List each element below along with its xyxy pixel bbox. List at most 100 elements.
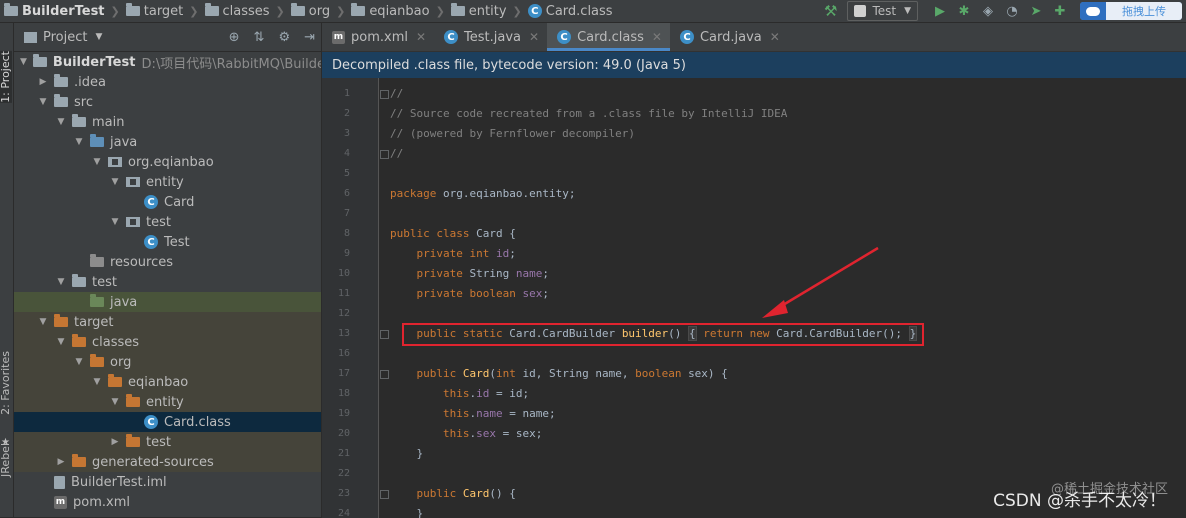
expand-down-icon[interactable]: ▼ xyxy=(56,337,66,347)
tab-icon-wrap: m xyxy=(332,30,345,44)
tree-node[interactable]: m pom.xml xyxy=(14,492,321,512)
profiler-icon[interactable]: ◔ xyxy=(1003,2,1021,20)
breadcrumb-label: org xyxy=(308,3,331,19)
locate-icon[interactable]: ⊕ xyxy=(229,30,240,45)
editor-tab[interactable]: m pom.xml ✕ xyxy=(322,23,434,51)
tree-node[interactable]: ▼ BuilderTest D:\项目代码\RabbitMQ\BuilderTest xyxy=(14,52,321,72)
chevron-right-icon: ❯ xyxy=(512,4,522,18)
run-icon[interactable]: ▶ xyxy=(931,2,949,20)
left-tool-strip: 1: Project 2: Favorites ★ JRebel xyxy=(0,23,14,517)
expand-down-icon[interactable]: ▼ xyxy=(92,377,102,387)
hide-icon[interactable]: ⇥ xyxy=(304,30,315,45)
expand-down-icon[interactable]: ▼ xyxy=(92,157,102,167)
coverage-icon[interactable]: ◈ xyxy=(979,2,997,20)
tree-node[interactable]: C Test xyxy=(14,232,321,252)
tree-node-icon-wrap: C xyxy=(144,235,158,249)
editor-tab[interactable]: C Card.class ✕ xyxy=(547,23,670,51)
tree-node[interactable]: java xyxy=(14,292,321,312)
tree-node[interactable]: ▶ .idea xyxy=(14,72,321,92)
tree-node[interactable]: ▼ eqianbao xyxy=(14,372,321,392)
breadcrumb-item[interactable]: eqianbao ❯ xyxy=(347,0,446,22)
breadcrumb-item[interactable]: BuilderTest ❯ xyxy=(0,0,122,22)
expand-right-icon[interactable]: ▶ xyxy=(110,437,120,447)
expand-down-icon[interactable]: ▼ xyxy=(110,177,120,187)
folder-icon xyxy=(72,454,86,467)
close-icon[interactable]: ✕ xyxy=(529,30,539,44)
build-hammer-icon[interactable]: ⚒ xyxy=(824,2,837,20)
tree-node[interactable]: ▼ java xyxy=(14,132,321,152)
expand-down-icon[interactable]: ▼ xyxy=(56,277,66,287)
tree-node-icon-wrap: C xyxy=(144,415,158,429)
breadcrumb-item[interactable]: org ❯ xyxy=(287,0,348,22)
tree-node[interactable]: ▼ org.eqianbao xyxy=(14,152,321,172)
jrebel-debug-icon[interactable]: ✚ xyxy=(1051,2,1069,20)
tree-node[interactable]: ▼ target xyxy=(14,312,321,332)
maven-file-icon: m xyxy=(54,495,67,509)
upload-button[interactable]: 拖拽上传 xyxy=(1080,2,1182,20)
file-icon xyxy=(54,475,65,489)
fold-marker-icon[interactable] xyxy=(380,330,389,339)
code-area[interactable]: 1 2 3 4 5 6 7 8 9 10 11 12 13 16 17 18 19 20 21 22 23 24 ////… xyxy=(322,78,1186,518)
tree-node[interactable]: ▼ src xyxy=(14,92,321,112)
expand-down-icon[interactable]: ▼ xyxy=(38,97,48,107)
tree-node[interactable]: BuilderTest.iml xyxy=(14,472,321,492)
tree-node[interactable]: ▼ test xyxy=(14,212,321,232)
folder-icon xyxy=(90,294,104,307)
annotation-arrow-line xyxy=(777,246,879,310)
breadcrumb-item[interactable]: classes ❯ xyxy=(201,0,287,22)
expand-down-icon[interactable]: ▼ xyxy=(110,397,120,407)
project-view-selector[interactable]: Project xyxy=(43,30,87,45)
gear-icon[interactable]: ⚙ xyxy=(278,30,290,45)
tree-node[interactable]: ▼ entity xyxy=(14,172,321,192)
favorites-tool-tab[interactable]: 2: Favorites xyxy=(0,351,12,415)
fold-marker-icon[interactable] xyxy=(380,370,389,379)
tree-node[interactable]: ▼ test xyxy=(14,272,321,292)
tree-node[interactable]: ▼ main xyxy=(14,112,321,132)
fold-marker-icon[interactable] xyxy=(380,150,389,159)
jrebel-tool-tab[interactable]: JRebel xyxy=(0,443,12,477)
fold-marker-icon[interactable] xyxy=(380,490,389,499)
tree-node[interactable]: C Card xyxy=(14,192,321,212)
close-icon[interactable]: ✕ xyxy=(770,30,780,44)
expand-down-icon[interactable]: ▼ xyxy=(20,57,27,67)
folder-icon xyxy=(72,114,86,127)
editor-tab[interactable]: C Card.java ✕ xyxy=(670,23,788,51)
tree-node[interactable]: ▼ org xyxy=(14,352,321,372)
expand-right-icon[interactable]: ▶ xyxy=(56,457,66,467)
expand-down-icon[interactable]: ▼ xyxy=(74,357,84,367)
breadcrumb-item[interactable]: target ❯ xyxy=(122,0,201,22)
folder-icon xyxy=(290,3,305,16)
run-configuration-selector[interactable]: Test ▼ xyxy=(847,1,918,21)
jrebel-run-icon[interactable]: ➤ xyxy=(1027,2,1045,20)
expand-down-icon[interactable]: ▼ xyxy=(110,217,120,227)
tree-node[interactable]: ▶ generated-sources xyxy=(14,452,321,472)
tree-node-icon-wrap xyxy=(54,314,68,327)
close-icon[interactable]: ✕ xyxy=(652,30,662,44)
editor-tab[interactable]: C Test.java ✕ xyxy=(434,23,547,51)
collapse-all-icon[interactable]: ⇅ xyxy=(254,30,265,45)
expand-down-icon[interactable]: ▼ xyxy=(74,137,84,147)
tree-node-label: resources xyxy=(110,254,174,270)
tab-label: Card.java xyxy=(699,29,762,45)
breadcrumb-item[interactable]: entity ❯ xyxy=(447,0,524,22)
debug-icon[interactable]: ✱ xyxy=(955,2,973,20)
expand-right-icon[interactable]: ▶ xyxy=(38,77,48,87)
tree-node[interactable]: C Card.class xyxy=(14,412,321,432)
fold-marker-icon[interactable] xyxy=(380,90,389,99)
project-tool-tab[interactable]: 1: Project xyxy=(0,51,12,103)
tree-node-label: .idea xyxy=(74,74,106,90)
package-icon xyxy=(126,217,140,227)
tree-node[interactable]: ▼ entity xyxy=(14,392,321,412)
maven-file-icon: m xyxy=(332,30,345,44)
chevron-down-icon[interactable]: ▼ xyxy=(95,32,102,42)
tree-node[interactable]: resources xyxy=(14,252,321,272)
close-icon[interactable]: ✕ xyxy=(416,30,426,44)
tree-node-label: java xyxy=(110,134,138,150)
tree-node[interactable]: ▼ classes xyxy=(14,332,321,352)
folder-icon xyxy=(108,374,122,387)
tree-node[interactable]: ▶ test xyxy=(14,432,321,452)
folder-icon xyxy=(4,3,18,16)
expand-down-icon[interactable]: ▼ xyxy=(56,117,66,127)
breadcrumb-item[interactable]: C Card.class xyxy=(524,0,615,22)
expand-down-icon[interactable]: ▼ xyxy=(38,317,48,327)
